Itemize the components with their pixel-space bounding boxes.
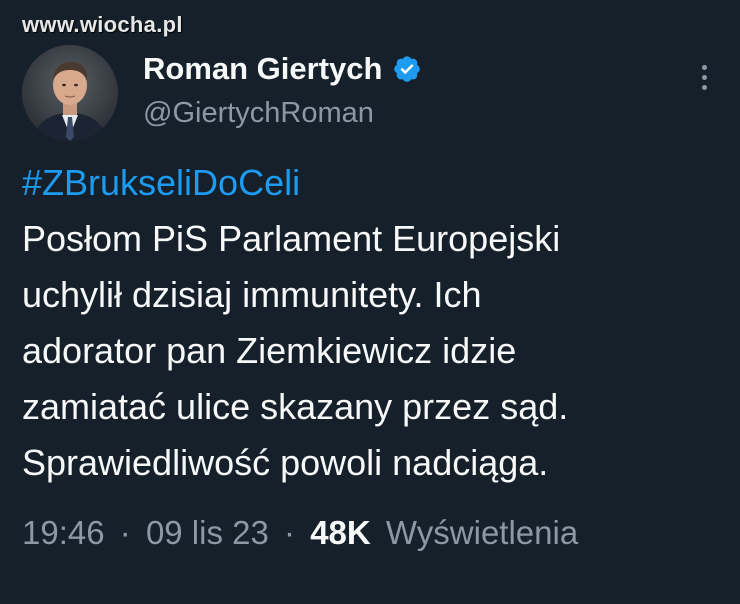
tweet-line: adorator pan Ziemkiewicz idzie [22,330,517,371]
avatar[interactable] [22,45,118,141]
views-label: Wyświetlenia [385,514,579,551]
profile-photo-icon [22,45,118,141]
author-name-row: Roman Giertych [143,50,422,88]
tweet-meta: 19:46 · 09 lis 23 · 48K Wyświetlenia [22,511,578,555]
tweet-line: uchylił dzisiaj immunitety. Ich [22,274,482,315]
tweet-date[interactable]: 09 lis 23 [146,514,269,551]
verified-badge-icon [392,54,422,84]
tweet-line: zamiatać ulice skazany przez sąd. [22,386,569,427]
dot-icon [701,84,707,90]
more-options-icon[interactable] [693,60,715,94]
watermark-text: www.wiocha.pl [22,12,183,37]
tweet-line: Posłom PiS Parlament Europejski [22,218,561,259]
dot-icon [701,64,707,70]
tweet-line: Sprawiedliwość powoli nadciąga. [22,442,549,483]
dot-icon [701,74,707,80]
meta-separator: · [284,514,296,551]
author-handle[interactable]: @GiertychRoman [143,95,374,131]
tweet-text: #ZBrukseliDoCeli Posłom PiS Parlament Eu… [22,155,722,491]
meta-separator: · [119,514,131,551]
views-count: 48K [310,514,371,551]
hashtag-link[interactable]: #ZBrukseliDoCeli [22,155,722,211]
tweet-screenshot: www.wiocha.pl Roman Giertych @GiertychRo… [0,0,740,604]
tweet-time[interactable]: 19:46 [22,514,105,551]
author-display-name[interactable]: Roman Giertych [143,50,382,88]
